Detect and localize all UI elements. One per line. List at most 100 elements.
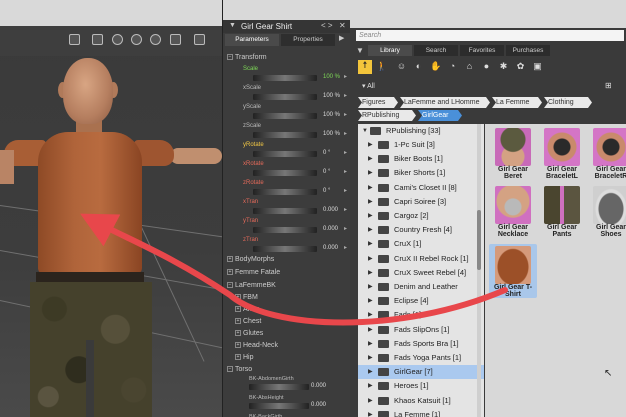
expand-arrow-icon[interactable]: ▶ — [368, 195, 373, 209]
tree-folder-item[interactable]: ▶ Fads SlipOns [1] — [358, 323, 484, 337]
light-category-icon[interactable]: ● — [481, 61, 492, 72]
tree-folder-item[interactable]: ▶ Khaos Katsuit [1] — [358, 394, 484, 408]
tree-folder-item[interactable]: ▶ CruX Sweet Rebel [4] — [358, 266, 484, 280]
param-dial[interactable] — [253, 151, 317, 157]
collapse-arrow-icon[interactable]: ▼ — [356, 46, 364, 55]
tree-folder-item[interactable]: ▶ La Femme [1] — [358, 408, 484, 417]
camera-icon[interactable] — [92, 34, 103, 45]
tree-folder-item[interactable]: ▶ CruX II Rebel Rock [1] — [358, 252, 484, 266]
tab-properties[interactable]: Properties — [281, 34, 335, 46]
tree-folder-item[interactable]: ▶ GirlGear [7] — [358, 365, 484, 380]
display-mode-icon[interactable]: ⊞ — [605, 81, 612, 90]
expand-arrow-icon[interactable]: ▶ — [368, 308, 373, 322]
tree-scrollbar[interactable] — [477, 124, 481, 417]
breadcrumb-lafemme-and-lhomme[interactable]: LaFemme and LHomme — [400, 97, 490, 108]
param-dial[interactable] — [253, 94, 317, 100]
compass-icon[interactable] — [150, 34, 161, 45]
expand-arrow-icon[interactable]: ▶ — [368, 337, 373, 351]
library-thumbnail[interactable]: Girl Gear BraceletL — [538, 126, 586, 180]
tree-folder-item[interactable]: ▶ Fads Sports Bra [1] — [358, 337, 484, 351]
breadcrumb-figures[interactable]: Figures — [358, 97, 398, 108]
param-value[interactable]: 0.000 — [311, 402, 326, 408]
param-value[interactable]: 0 ° — [323, 169, 330, 175]
display-icon[interactable] — [194, 34, 205, 45]
param-menu-icon[interactable]: ▸ — [344, 149, 347, 156]
tab-purchases[interactable]: Purchases — [506, 45, 550, 56]
filter-all[interactable]: ▾ All — [362, 82, 375, 90]
close-icon[interactable]: ✕ — [339, 21, 346, 30]
param-dial[interactable] — [253, 75, 317, 81]
param-group[interactable]: + Arms — [235, 306, 355, 316]
param-value[interactable]: 100 % — [323, 74, 340, 80]
collapse-arrow-icon[interactable]: ▼ — [229, 22, 236, 29]
param-menu-icon[interactable]: ▸ — [344, 111, 347, 118]
expression-category-icon[interactable]: ☺ — [396, 61, 407, 72]
param-value[interactable]: 100 % — [323, 93, 340, 99]
tab-menu-arrow-icon[interactable]: ▶ — [339, 34, 344, 42]
search-input[interactable]: Search — [356, 30, 624, 41]
param-menu-icon[interactable]: ▸ — [344, 244, 347, 251]
tab-library[interactable]: Library — [368, 45, 412, 56]
library-thumbnail[interactable]: Girl Gear Shoes — [587, 184, 626, 238]
tree-folder-item[interactable]: ▶ Eclipse [4] — [358, 294, 484, 308]
figure-t-shirt[interactable] — [38, 132, 142, 274]
camera-icon[interactable] — [69, 34, 80, 45]
render-icon[interactable] — [112, 34, 123, 45]
param-dial[interactable] — [253, 227, 317, 233]
param-menu-icon[interactable]: ▸ — [344, 206, 347, 213]
expand-arrow-icon[interactable]: ▶ — [368, 138, 373, 152]
tree-folder-item[interactable]: ▶ Cami's Closet II [8] — [358, 181, 484, 195]
expand-arrow-icon[interactable]: ▶ — [368, 394, 373, 408]
tree-folder-item[interactable]: ▶ Cargoz [2] — [358, 209, 484, 223]
expand-arrow-icon[interactable]: ▶ — [368, 365, 373, 379]
scene-category-icon[interactable]: ▣ — [532, 61, 543, 72]
expand-arrow-icon[interactable]: ▶ — [368, 237, 373, 251]
expand-arrow-icon[interactable]: ▶ — [368, 280, 373, 294]
param-group[interactable]: − LaFemmeBK — [227, 282, 347, 292]
param-value[interactable]: 0.000 — [323, 226, 338, 232]
tree-root[interactable]: ▼ RPublishing [33] — [358, 124, 484, 138]
param-group[interactable]: + FBM — [235, 294, 355, 304]
tree-folder-item[interactable]: ▶ Biker Boots [1] — [358, 152, 484, 166]
scrollbar-thumb[interactable] — [477, 210, 481, 270]
param-menu-icon[interactable]: ▸ — [344, 73, 347, 80]
param-value[interactable]: 0 ° — [323, 188, 330, 194]
param-dial[interactable] — [253, 170, 317, 176]
param-group[interactable]: − Torso — [227, 366, 347, 376]
figure-icon[interactable] — [170, 34, 181, 45]
expand-arrow-icon[interactable]: ▶ — [368, 209, 373, 223]
param-dial[interactable] — [253, 189, 317, 195]
figure-category-icon[interactable]: ☨ — [358, 60, 372, 74]
expand-arrow-icon[interactable]: ▶ — [368, 152, 373, 166]
param-group[interactable]: + BodyMorphs — [227, 256, 347, 266]
library-thumbnail[interactable]: Girl Gear Necklace — [489, 184, 537, 238]
param-value[interactable]: 0.000 — [311, 383, 326, 389]
param-dial[interactable] — [253, 208, 317, 214]
param-value[interactable]: 100 % — [323, 112, 340, 118]
breadcrumb-la-femme[interactable]: La Femme — [492, 97, 542, 108]
expand-arrow-icon[interactable]: ▶ — [368, 351, 373, 365]
param-dial[interactable] — [253, 113, 317, 119]
param-group[interactable]: + Femme Fatale — [227, 269, 347, 279]
camera-category-icon[interactable]: ✱ — [498, 61, 509, 72]
param-value[interactable]: 0.000 — [323, 207, 338, 213]
param-menu-icon[interactable]: ▸ — [344, 92, 347, 99]
hair-category-icon[interactable]: ◐ — [413, 61, 424, 72]
breadcrumb-rpublishing[interactable]: RPublishing — [358, 110, 416, 121]
tree-folder-item[interactable]: ▶ Heroes [1] — [358, 379, 484, 393]
expand-arrow-icon[interactable]: ▶ — [368, 252, 373, 266]
group-transform[interactable]: − Transform — [227, 54, 347, 64]
tree-folder-item[interactable]: ▶ CruX [1] — [358, 237, 484, 251]
light-icon[interactable] — [131, 34, 142, 45]
tree-folder-item[interactable]: ▶ Fads [1] — [358, 308, 484, 322]
expand-arrow-icon[interactable]: ▶ — [368, 294, 373, 308]
param-group[interactable]: + Chest — [235, 318, 355, 328]
tree-folder-item[interactable]: ▶ Capri Soiree [3] — [358, 195, 484, 209]
clothing-category-icon[interactable]: ⌂ — [464, 61, 475, 72]
param-dial[interactable] — [253, 246, 317, 252]
tree-folder-item[interactable]: ▶ Denim and Leather — [358, 280, 484, 294]
param-dial[interactable] — [249, 384, 309, 390]
tab-search[interactable]: Search — [414, 45, 458, 56]
param-value[interactable]: 100 % — [323, 131, 340, 137]
expand-arrow-icon[interactable]: ▶ — [368, 181, 373, 195]
